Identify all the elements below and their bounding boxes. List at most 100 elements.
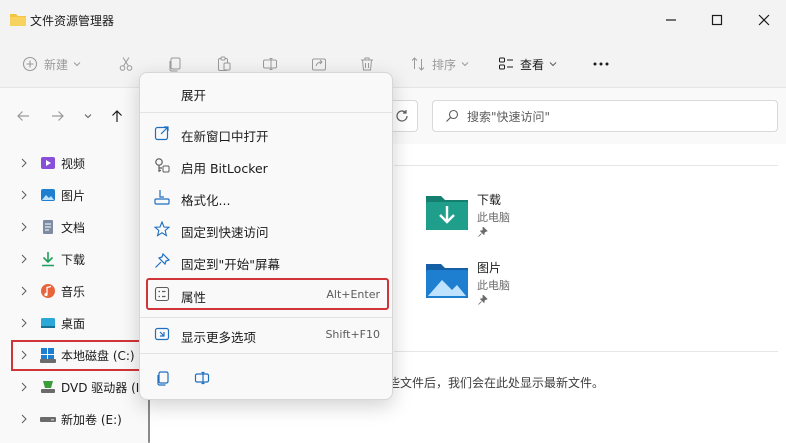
folder-location: 此电脑 (477, 279, 510, 292)
sidebar-item-label: 桌面 (61, 317, 86, 331)
dvd-drive-icon (40, 379, 56, 395)
menu-item-label: 格式化... (181, 193, 231, 208)
chevron-down-icon (461, 62, 469, 67)
folder-name: 下载 (477, 193, 502, 207)
menu-item-label: 固定到"开始"屏幕 (181, 257, 280, 272)
menu-separator (140, 353, 392, 354)
rename-icon[interactable] (194, 370, 210, 386)
pictures-folder-icon (426, 264, 468, 298)
sidebar-item-label: 新加卷 (E:) (61, 413, 122, 427)
copy-icon (169, 57, 181, 72)
format-icon (154, 189, 170, 205)
download-icon (40, 251, 56, 267)
sidebar-item-label: 图片 (61, 189, 86, 203)
folder-name: 图片 (477, 261, 502, 275)
sort-icon (411, 57, 425, 71)
more-options-button[interactable] (592, 52, 610, 76)
chevron-right-icon (21, 254, 27, 264)
sidebar-item-label: 下载 (61, 253, 86, 267)
music-icon (40, 283, 56, 299)
search-icon (446, 109, 459, 122)
pin-icon (154, 253, 170, 269)
refresh-icon (395, 110, 408, 122)
chevron-right-icon (21, 158, 27, 168)
section-divider (394, 165, 778, 166)
folder-downloads[interactable]: 下载 此电脑 (424, 190, 574, 242)
properties-highlight (146, 278, 389, 310)
forward-button[interactable] (48, 106, 68, 126)
sort-button[interactable]: 排序 (410, 52, 469, 76)
view-button[interactable]: 查看 (498, 52, 557, 76)
menu-item-show-more-options[interactable]: 显示更多选项 Shift+F10 (144, 318, 390, 350)
menu-item-format[interactable]: 格式化... (144, 181, 390, 213)
command-bar: 新建 排序 查看 (0, 40, 786, 88)
sidebar-item-music[interactable]: 音乐 (0, 277, 150, 305)
pin-icon (478, 227, 488, 237)
title-bar: 文件资源管理器 (0, 0, 786, 40)
folder-pictures[interactable]: 图片 此电脑 (424, 258, 574, 310)
add-icon (22, 56, 38, 72)
search-box[interactable]: 搜索"快速访问" (432, 100, 778, 132)
arrow-left-icon (17, 111, 29, 121)
sidebar-item-desktop[interactable]: 桌面 (0, 309, 150, 337)
sidebar-item-documents[interactable]: 文档 (0, 213, 150, 241)
new-button[interactable]: 新建 (22, 52, 81, 76)
sidebar-item-label: DVD 驱动器 (I (61, 381, 140, 395)
paste-icon (218, 56, 231, 71)
close-icon (758, 14, 770, 26)
recent-locations-button[interactable] (78, 106, 98, 126)
sidebar-item-label: 文档 (61, 221, 86, 235)
view-button-label: 查看 (520, 57, 545, 72)
volume-drive-icon (40, 411, 56, 427)
trash-icon (361, 57, 373, 71)
chevron-down-icon (84, 114, 92, 119)
up-button[interactable] (107, 106, 127, 126)
star-icon (154, 221, 170, 237)
sidebar-item-pictures[interactable]: 图片 (0, 181, 150, 209)
pictures-icon (40, 187, 56, 203)
file-explorer-icon (10, 14, 26, 26)
more-icon (593, 62, 609, 66)
sort-button-label: 排序 (432, 57, 457, 72)
arrow-up-icon (112, 110, 122, 122)
chevron-down-icon (549, 62, 557, 67)
maximize-button[interactable] (702, 8, 732, 32)
menu-item-expand[interactable]: 展开 (144, 76, 390, 108)
rename-icon (263, 58, 277, 70)
video-icon (40, 155, 56, 171)
menu-item-shortcut: Shift+F10 (325, 328, 380, 341)
sidebar-item-new-volume-e[interactable]: 新加卷 (E:) (0, 405, 150, 433)
menu-item-pin-quick-access[interactable]: 固定到快速访问 (144, 213, 390, 245)
folder-location: 此电脑 (477, 211, 510, 224)
navigation-pane: 视频 图片 文档 下载 音乐 桌面 本地磁盘 (C:) DVD 驱动器 (I 新 (0, 144, 150, 443)
chevron-right-icon (21, 190, 27, 200)
sidebar-item-label: 视频 (61, 157, 86, 171)
cut-button[interactable] (118, 52, 134, 76)
minimize-button[interactable] (656, 8, 686, 32)
menu-item-pin-start[interactable]: 固定到"开始"屏幕 (144, 245, 390, 277)
menu-item-open-new-window[interactable]: 在新窗口中打开 (144, 117, 390, 149)
local-disk-highlight (11, 340, 143, 371)
section-divider (394, 351, 778, 352)
pin-icon (478, 295, 488, 305)
menu-item-bitlocker[interactable]: 启用 BitLocker (144, 149, 390, 181)
documents-icon (40, 219, 56, 235)
maximize-icon (711, 14, 723, 26)
view-icon (499, 57, 513, 70)
back-button[interactable] (13, 106, 33, 126)
arrow-right-icon (52, 111, 64, 121)
chevron-down-icon (73, 62, 81, 67)
chevron-right-icon (21, 318, 27, 328)
sidebar-item-videos[interactable]: 视频 (0, 149, 150, 177)
sidebar-item-downloads[interactable]: 下载 (0, 245, 150, 273)
sidebar-item-label: 音乐 (61, 285, 86, 299)
sidebar-item-dvd-drive[interactable]: DVD 驱动器 (I (0, 373, 150, 401)
minimize-icon (666, 19, 676, 21)
show-more-options-icon (154, 326, 170, 342)
menu-item-label: 启用 BitLocker (181, 161, 268, 176)
menu-item-label: 固定到快速访问 (181, 225, 269, 240)
menu-item-label: 显示更多选项 (181, 330, 257, 345)
copy-icon[interactable] (155, 370, 171, 386)
close-button[interactable] (749, 8, 779, 32)
bitlocker-key-icon (154, 157, 170, 173)
